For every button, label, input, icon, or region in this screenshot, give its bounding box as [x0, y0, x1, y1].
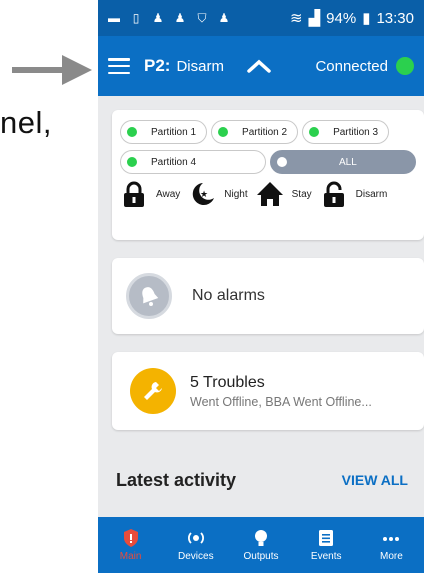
- trouble-subtitle: Went Offline, BBA Went Offline...: [190, 394, 372, 409]
- chip-label: Partition 1: [151, 126, 197, 138]
- chip-label: Partition 3: [333, 126, 379, 138]
- status-bar: ▬ ▯ ♟ ♟ ⛉ ♟ ≋ ▟ 94% ▮ 13:30: [98, 0, 424, 36]
- stay-button[interactable]: Stay: [256, 180, 312, 208]
- status-dot: [218, 127, 229, 137]
- trouble-icon-circle: [130, 368, 176, 414]
- more-icon: [383, 537, 400, 541]
- keyboard-icon: ▬: [108, 11, 120, 25]
- partition-chip-2[interactable]: Partition 2: [211, 120, 299, 144]
- partition-chip-4[interactable]: Partition 4: [120, 150, 266, 174]
- phone-screen: ▬ ▯ ♟ ♟ ⛉ ♟ ≋ ▟ 94% ▮ 13:30 P2: Disarm C…: [98, 0, 424, 573]
- chip-label: Partition 4: [151, 156, 197, 168]
- status-dot: [127, 127, 137, 137]
- shield-icon: [123, 529, 138, 547]
- trouble-title: 5 Troubles: [190, 373, 265, 391]
- hamburger-menu-icon[interactable]: [108, 58, 130, 74]
- partition-chip-1[interactable]: Partition 1: [120, 120, 208, 144]
- chevron-up-icon[interactable]: [246, 58, 272, 74]
- troubles-card[interactable]: 5 Troubles Went Offline, BBA Went Offlin…: [112, 352, 424, 430]
- wrench-icon: [144, 382, 162, 400]
- disarm-button[interactable]: Disarm: [320, 180, 388, 208]
- nav-label: More: [380, 551, 403, 562]
- nav-main[interactable]: Main: [98, 517, 163, 573]
- nav-outputs[interactable]: Outputs: [228, 517, 293, 573]
- connection-status: Connected: [315, 57, 388, 75]
- pointer-arrow-icon: [12, 55, 92, 85]
- wifi-icon: ≋: [290, 10, 303, 27]
- shield-status-icon: ⛉: [197, 11, 207, 25]
- status-dot: [127, 157, 137, 167]
- unlock-icon: [323, 181, 344, 207]
- person-icon: ♟: [174, 11, 186, 25]
- lock-icon: [124, 181, 144, 207]
- night-button[interactable]: ★ Night: [188, 180, 248, 208]
- status-dot: [277, 157, 287, 167]
- alarm-icon-circle: [126, 273, 172, 319]
- person-icon: ♟: [152, 11, 164, 25]
- battery-icon: ▮: [362, 10, 371, 27]
- partition-chip-3[interactable]: Partition 3: [302, 120, 390, 144]
- chip-label: ALL: [339, 156, 357, 168]
- person-icon: ♟: [218, 11, 230, 25]
- connection-indicator: [396, 57, 414, 75]
- arm-button-label: Away: [156, 188, 181, 200]
- partition-title: P2:: [144, 56, 171, 75]
- list-icon: [319, 530, 334, 546]
- document-text-fragment: nel,: [0, 105, 52, 140]
- alarm-status-text: No alarms: [192, 287, 265, 304]
- nav-label: Devices: [178, 551, 214, 562]
- alarms-card[interactable]: No alarms: [112, 258, 424, 334]
- bottom-navigation: Main Devices Outputs Events More: [98, 517, 424, 573]
- partitions-card: Partition 1 Partition 2 Partition 3 Part…: [112, 110, 424, 240]
- app-bar: P2: Disarm Connected: [98, 36, 424, 96]
- arm-button-label: Night: [224, 188, 248, 200]
- moon-stars-icon: ★: [193, 183, 215, 205]
- bell-icon: [142, 287, 159, 306]
- bulb-icon: [255, 530, 267, 546]
- chip-label: Partition 2: [242, 126, 288, 138]
- latest-activity-heading: Latest activity: [116, 470, 237, 490]
- signal-icon: ▟: [308, 10, 321, 27]
- nav-label: Main: [119, 551, 142, 562]
- battery-percent: 94%: [326, 9, 357, 27]
- away-button[interactable]: Away: [120, 180, 180, 208]
- arm-button-label: Disarm: [355, 188, 388, 200]
- arm-state-label: Disarm: [176, 57, 224, 75]
- main-content: Partition 1 Partition 2 Partition 3 Part…: [98, 96, 424, 430]
- nav-events[interactable]: Events: [294, 517, 359, 573]
- nav-label: Outputs: [243, 551, 279, 562]
- screen-icon: ▯: [132, 11, 140, 25]
- clock: 13:30: [376, 9, 414, 27]
- arm-button-label: Stay: [291, 188, 312, 200]
- nav-devices[interactable]: Devices: [163, 517, 228, 573]
- nav-more[interactable]: More: [359, 517, 424, 573]
- home-icon: [256, 182, 283, 206]
- sensor-icon: [187, 532, 204, 544]
- partition-chip-all[interactable]: ALL: [270, 150, 416, 174]
- nav-label: Events: [310, 551, 342, 562]
- status-dot: [309, 127, 320, 137]
- view-all-link[interactable]: VIEW ALL: [342, 472, 408, 488]
- svg-text:★: ★: [200, 190, 208, 200]
